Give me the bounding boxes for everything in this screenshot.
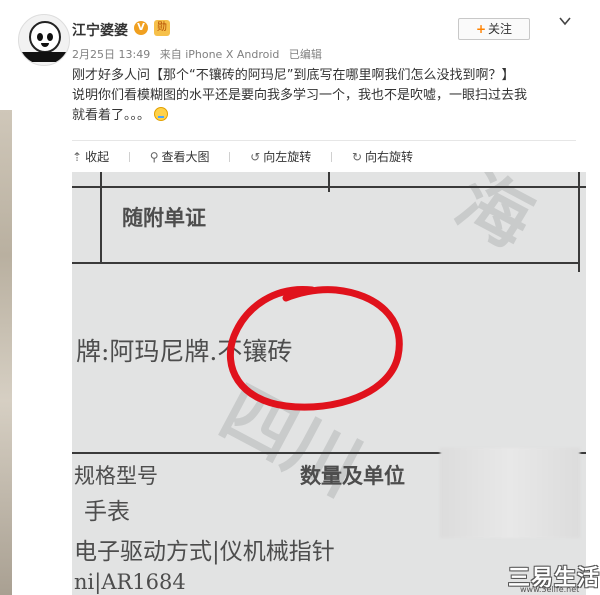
collapse-icon: ⇡: [72, 150, 83, 164]
qty-label: 数量及单位: [300, 463, 405, 488]
view-large-label: 查看大图: [161, 150, 210, 164]
verified-v-icon[interactable]: V: [134, 21, 148, 35]
follow-label: 关注: [488, 22, 513, 36]
post-text: 刚才好多人问【那个“不镶砖的阿玛尼”到底写在哪里啊我们怎么没找到啊？】 说明你们…: [72, 66, 572, 126]
collapse-button[interactable]: ⇡ 收起: [72, 148, 109, 165]
post-image[interactable]: 海 四川 随附单证 牌:阿玛尼牌.不镶砖 规格型号 数量及单位 手表 电子驱动方…: [72, 172, 586, 595]
emoji-icon: [154, 107, 169, 121]
image-toolbar: ⇡ 收起 ⚲ 查看大图 ↺ 向左旋转 ↻ 向右旋转: [72, 148, 429, 166]
plus-icon: +: [475, 22, 487, 36]
post-text-line-2: 说明你们看模糊图的水平还是要向我多学习一个，我也不是吹嘘，一眼扫过去我: [72, 88, 528, 103]
divider: [72, 140, 576, 141]
section-label: 随附单证: [122, 205, 206, 230]
user-avatar[interactable]: [18, 14, 70, 66]
avatar-caption: [19, 52, 69, 62]
rotate-left-icon: ↺: [250, 150, 261, 164]
post-edited[interactable]: 已编辑: [289, 48, 322, 61]
rotate-left-label: 向左旋转: [263, 150, 312, 164]
background-image-edge: [0, 110, 12, 595]
spec-label: 规格型号: [74, 464, 158, 488]
medal-icon[interactable]: 勋: [154, 20, 170, 36]
blurred-region: [440, 448, 580, 538]
rotate-right-icon: ↻: [351, 150, 362, 164]
search-icon: ⚲: [149, 150, 159, 164]
red-circle-annotation: [226, 285, 403, 411]
site-watermark-url: www.3elife.net: [520, 585, 580, 594]
post-text-line-3: 就看着了。。。: [72, 108, 151, 123]
post-meta: 2月25日 13:49 来自 iPhone X Android 已编辑: [72, 46, 328, 62]
chevron-down-icon[interactable]: [558, 14, 572, 28]
post-date[interactable]: 2月25日 13:49: [72, 48, 150, 61]
rotate-right-label: 向右旋转: [365, 150, 414, 164]
username[interactable]: 江宁婆婆: [72, 20, 128, 40]
avatar-face: [29, 21, 61, 53]
collapse-label: 收起: [85, 150, 110, 164]
follow-button[interactable]: + 关注: [458, 18, 530, 40]
rotate-right-button[interactable]: ↻ 向右旋转: [352, 148, 413, 165]
view-large-button[interactable]: ⚲ 查看大图: [150, 148, 210, 165]
model-number: ni|AR1684: [74, 570, 186, 594]
post-text-line-1: 刚才好多人问【那个“不镶砖的阿玛尼”到底写在哪里啊我们怎么没找到啊？】: [72, 68, 515, 83]
item-name: 手表: [84, 499, 130, 525]
rotate-left-button[interactable]: ↺ 向左旋转: [250, 148, 311, 165]
drive-spec: 电子驱动方式|仪机械指针: [74, 539, 335, 565]
post-source[interactable]: 来自 iPhone X Android: [160, 48, 280, 61]
